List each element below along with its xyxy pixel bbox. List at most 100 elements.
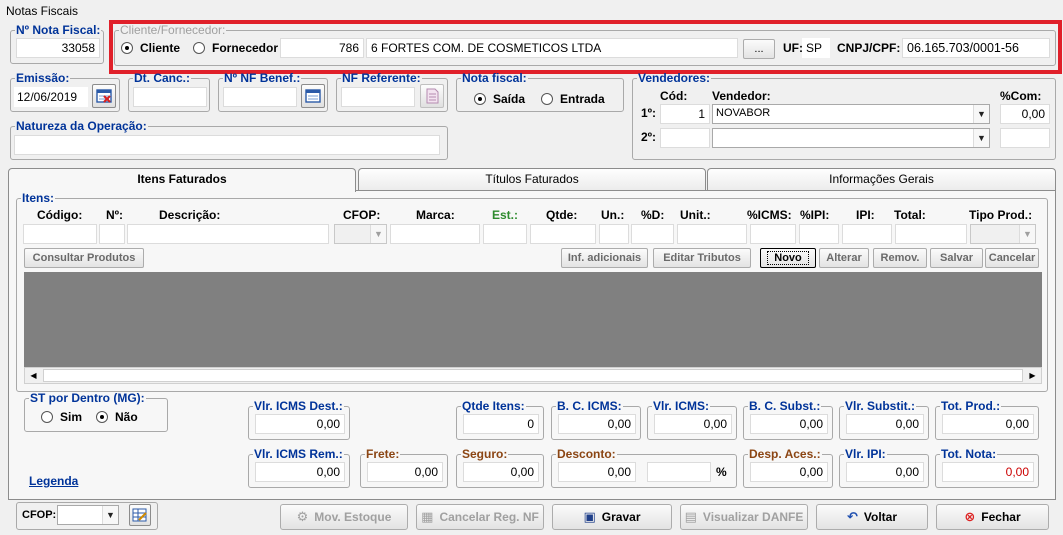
emissao-label: Emissão: [16,71,70,85]
emissao-input[interactable]: 12/06/2019 [14,87,88,107]
item-pd-input[interactable] [631,224,674,244]
vlr-icms-input[interactable]: 0,00 [654,414,732,434]
item-qtde-input[interactable] [530,224,596,244]
emissao-calendar-button[interactable] [92,84,116,108]
nota-fiscal-input[interactable]: 33058 [16,38,100,58]
icms-rem-input[interactable]: 0,00 [255,462,345,482]
bc-subst-label: B. C. Subst.: [749,399,821,413]
remov-button[interactable]: Remov. [873,248,927,268]
item-total-input[interactable] [895,224,967,244]
cfop-footer-select[interactable]: ▼ [57,505,119,525]
desconto-pct-label: % [716,465,727,479]
vendedor1-select[interactable]: NOVABOR ▼ [712,104,990,124]
fechar-button[interactable]: ⊗ Fechar [936,504,1049,530]
st-dentro-legend: ST por Dentro (MG): [30,391,145,405]
salvar-button[interactable]: Salvar [930,248,983,268]
nf-benef-input[interactable] [223,87,297,107]
vendedores-com-header: %Com: [1000,89,1042,103]
scroll-left-icon[interactable]: ◀ [25,368,42,383]
tot-nota-input[interactable]: 0,00 [942,462,1034,482]
visualizar-danfe-button[interactable]: ▤ Visualizar DANFE [680,504,808,530]
vendedor2-select[interactable]: ▼ [712,128,990,148]
col-un: Un.: [601,208,625,222]
desconto-pct-input[interactable] [647,462,711,482]
item-codigo-input[interactable] [23,224,97,244]
scroll-right-icon[interactable]: ▶ [1024,368,1041,383]
qtde-itens-label: Qtde Itens: [462,399,525,413]
tot-prod-input[interactable]: 0,00 [942,414,1034,434]
inf-adicionais-button[interactable]: Inf. adicionais [561,248,648,268]
item-marca-input[interactable] [390,224,480,244]
cancelar-reg-nf-button[interactable]: ▦ Cancelar Reg. NF [416,504,544,530]
bc-icms-label: B. C. ICMS: [557,399,622,413]
desp-aces-input[interactable]: 0,00 [750,462,828,482]
col-numero: Nº: [106,208,124,222]
voltar-button[interactable]: ↶ Voltar [816,504,928,530]
icms-dest-input[interactable]: 0,00 [255,414,345,434]
frete-label: Frete: [366,447,400,461]
radio-st-nao[interactable]: Não [96,410,138,424]
item-unit-input[interactable] [677,224,747,244]
item-descricao-input[interactable] [127,224,329,244]
tab-itens-faturados[interactable]: Itens Faturados [8,168,356,192]
seguro-input[interactable]: 0,00 [463,462,539,482]
cancelar-item-button[interactable]: Cancelar [985,248,1039,268]
vendedor2-com-input[interactable] [1000,128,1050,148]
scroll-thumb[interactable] [43,369,1023,382]
vendedor1-com-input[interactable]: 0,00 [1000,104,1050,124]
natureza-label: Natureza da Operação: [16,119,147,133]
col-descricao: Descrição: [159,208,221,222]
qtde-itens-input[interactable]: 0 [463,414,539,434]
item-un-input[interactable] [599,224,629,244]
natureza-input[interactable] [14,135,440,155]
undo-arrow-icon: ↶ [846,509,858,524]
item-ipi-pct-input[interactable] [799,224,839,244]
save-disk-icon: ▣ [583,509,596,524]
dt-canc-input[interactable] [133,87,207,107]
novo-button[interactable]: Novo [760,248,816,268]
mov-estoque-button[interactable]: ⚙ Mov. Estoque [280,504,408,530]
bc-subst-input[interactable]: 0,00 [750,414,828,434]
nota-fiscal-label: Nº Nota Fiscal: [16,23,101,37]
tab-informacoes-gerais[interactable]: Informações Gerais [707,168,1056,190]
bc-icms-input[interactable]: 0,00 [558,414,636,434]
vlr-subst-input[interactable]: 0,00 [846,414,924,434]
vendedor-row1-label: 1º: [641,106,657,120]
itens-grid-hscrollbar[interactable]: ◀ ▶ [24,367,1042,384]
vendedor-row2-label: 2º: [641,130,657,144]
nf-referente-input[interactable] [341,87,415,107]
itens-legend: Itens: [22,191,55,205]
desconto-input[interactable]: 0,00 [558,462,636,482]
item-cfop-select[interactable]: ▼ [334,224,387,244]
vendedor2-cod-input[interactable] [660,128,710,148]
gravar-button[interactable]: ▣ Gravar [552,504,672,530]
nf-benef-search-button[interactable] [301,84,325,108]
radio-dot-checked-icon [96,411,108,423]
edit-grid-icon [132,508,147,522]
consultar-produtos-button[interactable]: Consultar Produtos [24,248,144,268]
cfop-footer-edit-button[interactable] [129,504,151,526]
itens-grid[interactable] [24,272,1042,367]
item-tipo-prod-select[interactable]: ▼ [970,224,1036,244]
frete-input[interactable]: 0,00 [367,462,443,482]
editar-tributos-button[interactable]: Editar Tributos [653,248,751,268]
radio-saida[interactable]: Saída [474,92,525,106]
vendedores-cod-header: Cód: [660,89,688,103]
col-tipo-prod: Tipo Prod.: [969,208,1033,222]
chevron-down-icon: ▼ [973,105,989,123]
radio-st-sim[interactable]: Sim [41,410,82,424]
nf-referente-doc-button[interactable] [420,84,444,108]
tab-titulos-faturados[interactable]: Títulos Faturados [358,168,706,190]
vendedor1-cod-input[interactable]: 1 [660,104,710,124]
item-est-input[interactable] [483,224,527,244]
item-ipi-input[interactable] [842,224,892,244]
close-circle-icon: ⊗ [964,509,976,524]
vlr-ipi-input[interactable]: 0,00 [846,462,924,482]
dt-canc-label: Dt. Canc.: [134,71,191,85]
item-icms-input[interactable] [750,224,796,244]
radio-entrada[interactable]: Entrada [541,92,605,106]
alterar-button[interactable]: Alterar [819,248,869,268]
item-numero-input[interactable] [99,224,125,244]
vendedores-vendedor-header: Vendedor: [712,89,771,103]
legenda-link[interactable]: Legenda [29,474,78,488]
